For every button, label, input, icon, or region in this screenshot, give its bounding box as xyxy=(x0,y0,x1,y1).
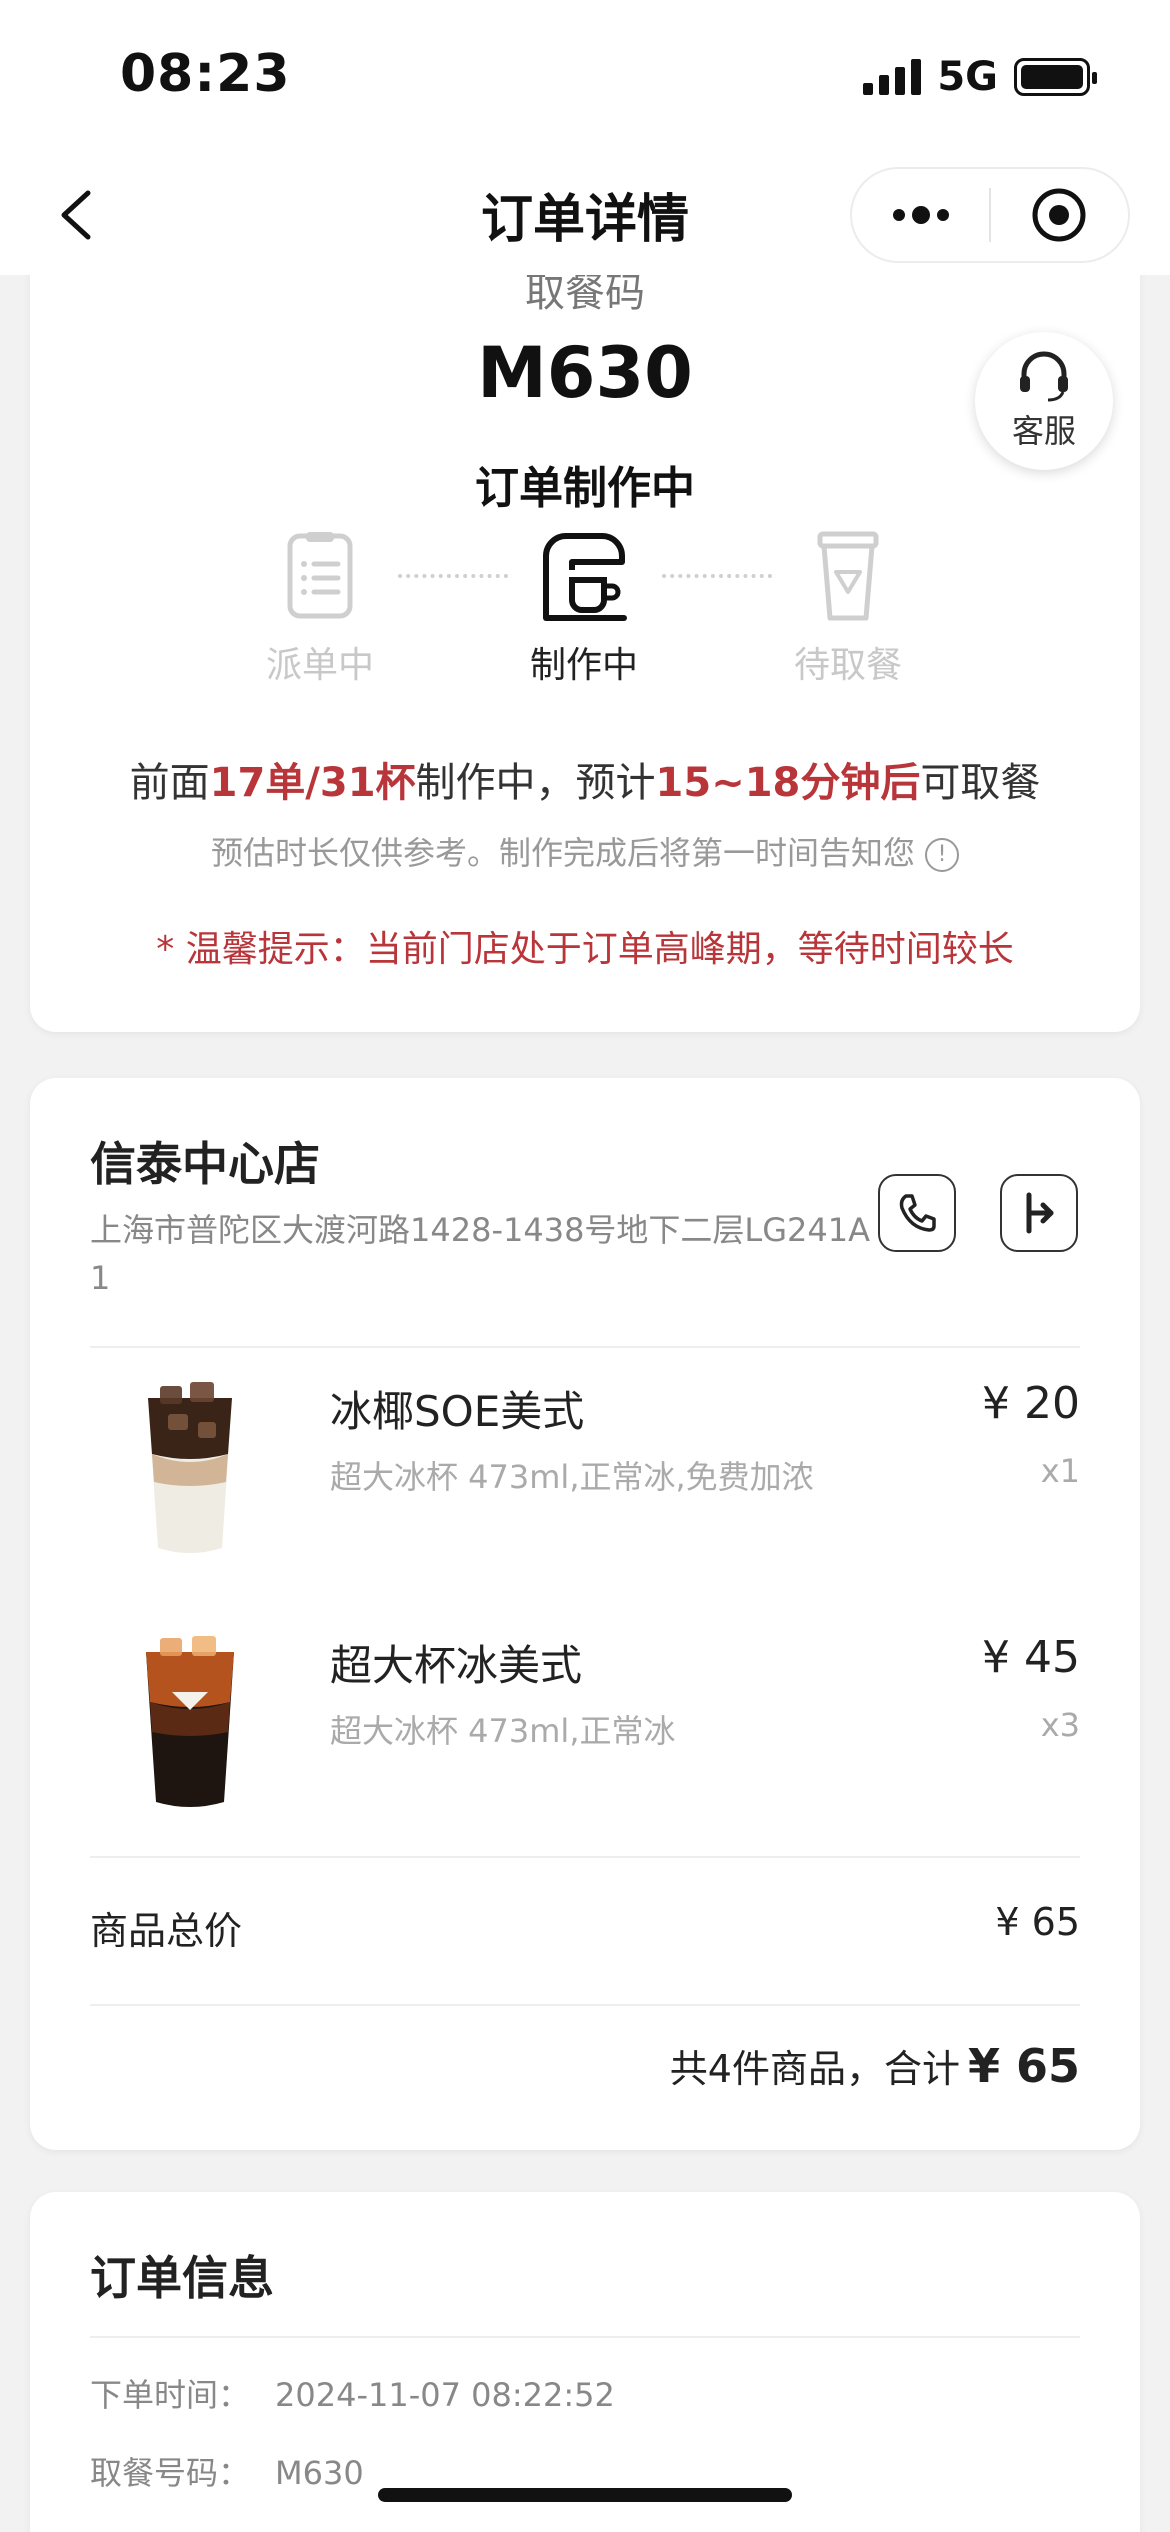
coffee-machine-icon xyxy=(543,533,627,621)
divider xyxy=(90,2004,1080,2006)
product-image-coconut-soe xyxy=(148,1382,232,1553)
headset-icon xyxy=(1020,351,1068,402)
subtotal-value: ¥ 65 xyxy=(995,1900,1080,1944)
step-label: 制作中 xyxy=(529,645,638,686)
pickup-status-card: 取餐码 M630 客服 订单制作中 派单中 制作中 待取餐 前面17单/31杯制… xyxy=(30,240,1140,1032)
item-spec: 超大冰杯 473ml,正常冰 xyxy=(330,1712,676,1750)
info-icon[interactable]: ! xyxy=(925,838,959,872)
item-quantity: x3 xyxy=(1040,1706,1080,1744)
total-prefix: 共4件商品，合计 xyxy=(669,2047,960,2091)
queue-count: 17单/31杯 xyxy=(209,760,416,806)
estimate-note: 预估时长仅供参考。制作完成后将第一时间告知您! xyxy=(30,828,1140,874)
store-name: 信泰中心店 xyxy=(90,1137,320,1191)
order-time-value: 2024-11-07 08:22:52 xyxy=(275,2376,615,2414)
item-name: 超大杯冰美式 xyxy=(330,1641,583,1690)
navigation-bar: 订单详情 xyxy=(0,155,1170,275)
call-store-button[interactable] xyxy=(878,1174,956,1252)
total-line: 共4件商品，合计 ¥ 65 xyxy=(670,2038,1080,2093)
pickup-code: M630 xyxy=(477,332,693,414)
close-miniprogram-button[interactable] xyxy=(991,169,1128,261)
home-indicator[interactable] xyxy=(378,2488,792,2502)
queue-eta: 15~18分钟后 xyxy=(655,760,921,806)
order-item: 冰椰SOE美式 超大冰杯 473ml,正常冰,免费加浓 ¥ 20 x1 xyxy=(90,1348,1080,1568)
step-label: 待取餐 xyxy=(793,645,902,686)
status-indicators: 5G xyxy=(863,52,1097,102)
step-making: 制作中 xyxy=(494,528,674,688)
more-button[interactable] xyxy=(852,169,989,261)
product-image-iced-americano xyxy=(146,1636,234,1807)
navigate-button[interactable] xyxy=(1000,1174,1078,1252)
order-items-card: 信泰中心店 上海市普陀区大渡河路1428-1438号地下二层LG241A1 冰椰… xyxy=(30,1078,1140,2150)
pickup-number-label: 取餐号码： xyxy=(90,2454,251,2492)
subtotal-label: 商品总价 xyxy=(90,1909,243,1953)
order-status-title: 订单制作中 xyxy=(475,463,695,514)
total-amount: ¥ 65 xyxy=(967,2039,1080,2093)
customer-service-label: 客服 xyxy=(1011,412,1076,450)
warm-tip: * 温馨提示：当前门店处于订单高峰期，等待时间较长 xyxy=(156,929,1014,970)
target-icon xyxy=(1032,188,1086,242)
step-dispatching: 派单中 xyxy=(230,528,410,688)
miniprogram-capsule xyxy=(850,167,1130,263)
order-time-label: 下单时间： xyxy=(90,2376,251,2414)
list-icon xyxy=(287,532,353,619)
customer-service-button[interactable]: 客服 xyxy=(975,332,1113,470)
status-time: 08:23 xyxy=(120,44,291,104)
order-info-card: 订单信息 下单时间： 2024-11-07 08:22:52 取餐号码： M630 xyxy=(30,2192,1140,2532)
item-spec: 超大冰杯 473ml,正常冰,免费加浓 xyxy=(330,1458,814,1496)
estimate-note-text: 预估时长仅供参考。制作完成后将第一时间告知您 xyxy=(210,834,915,872)
step-label: 派单中 xyxy=(265,645,374,686)
queue-suffix: 可取餐 xyxy=(920,760,1041,806)
step-connector xyxy=(662,574,772,578)
status-bar: 08:23 5G xyxy=(0,0,1170,155)
pickup-number-row: 取餐号码： M630 xyxy=(90,2448,364,2494)
cup-icon xyxy=(817,531,879,621)
direction-icon xyxy=(1026,1192,1054,1234)
more-icon xyxy=(892,206,949,224)
item-name: 冰椰SOE美式 xyxy=(330,1387,585,1436)
order-time-row: 下单时间： 2024-11-07 08:22:52 xyxy=(90,2370,615,2416)
network-type: 5G xyxy=(937,54,998,100)
item-price: ¥ 20 xyxy=(982,1378,1080,1429)
order-info-title: 订单信息 xyxy=(90,2251,274,2305)
item-quantity: x1 xyxy=(1040,1452,1080,1490)
signal-icon xyxy=(863,59,922,95)
phone-icon xyxy=(899,1194,936,1232)
divider xyxy=(90,1856,1080,1858)
queue-prefix: 前面 xyxy=(129,760,210,806)
order-item: 超大杯冰美式 超大冰杯 473ml,正常冰 ¥ 45 x3 xyxy=(90,1602,1080,1822)
progress-steps: 派单中 制作中 待取餐 xyxy=(30,528,1140,688)
battery-icon xyxy=(1014,58,1097,96)
store-address: 上海市普陀区大渡河路1428-1438号地下二层LG241A1 xyxy=(90,1211,871,1297)
queue-info: 前面17单/31杯制作中，预计15~18分钟后可取餐 xyxy=(30,750,1140,808)
step-ready: 待取餐 xyxy=(758,528,938,688)
item-price: ¥ 45 xyxy=(982,1632,1080,1683)
divider xyxy=(90,2336,1080,2338)
queue-middle: 制作中，预计 xyxy=(415,760,656,806)
step-connector xyxy=(398,574,508,578)
pickup-number-value: M630 xyxy=(275,2454,364,2492)
